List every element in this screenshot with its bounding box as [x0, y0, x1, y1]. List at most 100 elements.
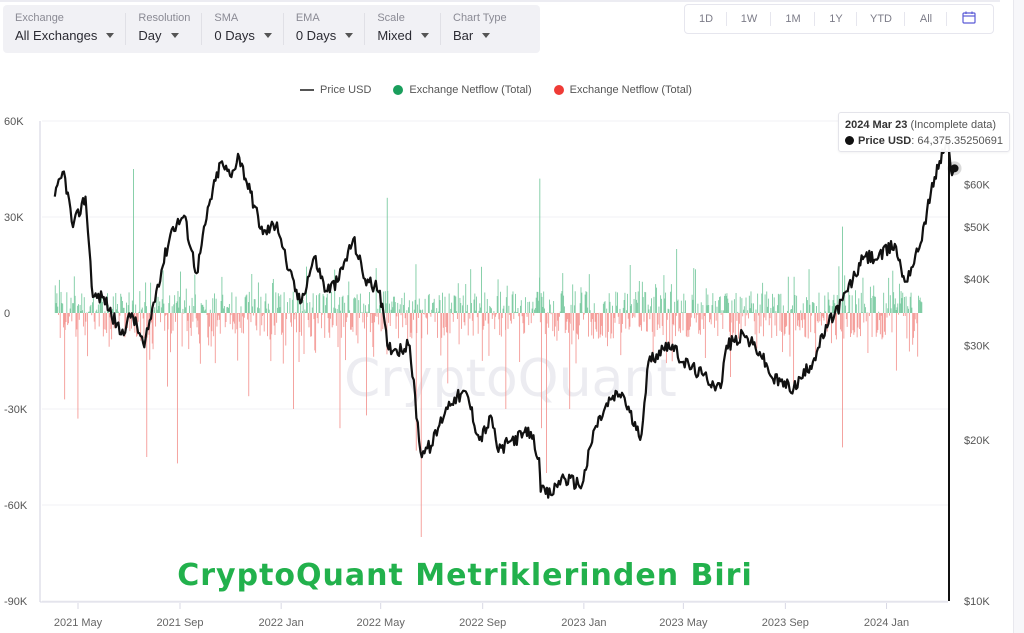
inflow-bar [893, 292, 895, 313]
outflow-bar [208, 313, 210, 346]
outflow-bar [388, 313, 390, 323]
outflow-bar [495, 313, 497, 317]
outflow-bar [65, 313, 67, 322]
inflow-bar [908, 308, 909, 313]
outflow-bar [590, 313, 592, 322]
inflow-bar [570, 304, 572, 313]
inflow-bar [813, 303, 815, 313]
inflow-bar [749, 308, 751, 313]
outflow-bar [232, 313, 234, 330]
outflow-bar [638, 313, 640, 327]
inflow-bar [437, 311, 439, 313]
inflow-bar [80, 311, 82, 313]
outflow-bar [594, 313, 596, 322]
inflow-bar [898, 283, 900, 313]
inflow-bar [724, 293, 726, 313]
inflow-bar [214, 293, 215, 313]
outflow-bar [765, 313, 767, 321]
inflow-bar [887, 308, 889, 313]
outflow-bar [912, 313, 914, 345]
inflow-bar [889, 295, 891, 313]
inflow-bar [827, 292, 829, 313]
inflow-bar [712, 293, 714, 313]
outflow-bar [370, 313, 372, 314]
outflow-bar [699, 313, 701, 331]
inflow-bar [412, 301, 414, 313]
inflow-bar [145, 282, 147, 313]
inflow-bar [139, 291, 141, 313]
outflow-bar [282, 313, 284, 364]
inflow-bar [674, 301, 676, 313]
inflow-bar [888, 277, 890, 313]
inflow-bar [168, 303, 170, 313]
inflow-bar [291, 299, 293, 313]
outflow-bar [343, 313, 345, 327]
inflow-bar [326, 293, 328, 313]
inflow-bar [433, 298, 435, 313]
outflow-bar [646, 313, 647, 332]
outflow-bar [610, 313, 612, 339]
inflow-bar [896, 307, 898, 313]
outflow-bar [898, 313, 900, 315]
inflow-bar [549, 299, 550, 313]
inflow-bar [520, 305, 521, 313]
inflow-bar [851, 295, 853, 313]
inflow-bar [812, 302, 814, 313]
inflow-bar [415, 264, 417, 313]
outflow-bar [657, 313, 659, 325]
inflow-bar [860, 292, 862, 313]
outflow-bar [783, 313, 785, 336]
inflow-bar [453, 295, 455, 313]
outflow-bar [464, 313, 466, 326]
outflow-bar [488, 313, 490, 356]
inflow-bar [178, 307, 180, 313]
outflow-bar [614, 313, 616, 323]
outflow-bar [84, 313, 86, 336]
outflow-bar [810, 313, 812, 333]
inflow-bar [358, 300, 360, 313]
inflow-bar [253, 299, 255, 313]
outflow-bar [568, 313, 569, 333]
inflow-bar [92, 296, 94, 313]
outflow-bar [908, 313, 910, 352]
outflow-bar [310, 313, 312, 337]
outflow-bar [781, 313, 783, 332]
outflow-bar [102, 313, 104, 337]
inflow-bar [78, 304, 79, 313]
outflow-bar [567, 313, 569, 320]
inflow-bar [156, 309, 158, 313]
outflow-bar [471, 313, 473, 321]
outflow-bar [59, 313, 61, 338]
outflow-bar [879, 313, 881, 335]
inflow-bar [153, 310, 155, 313]
inflow-bar [869, 286, 871, 313]
inflow-bar [579, 303, 581, 313]
outflow-bar [804, 313, 806, 337]
outflow-bar [817, 313, 819, 323]
inflow-bar [204, 309, 206, 313]
outflow-bar [229, 313, 231, 325]
inflow-bar [648, 309, 650, 313]
inflow-bar [529, 301, 531, 313]
inflow-bar [394, 302, 396, 313]
inflow-bar [413, 309, 415, 313]
outflow-bar [210, 313, 212, 347]
inflow-bar [102, 301, 103, 313]
inflow-bar [538, 300, 540, 313]
inflow-bar [283, 292, 285, 313]
outflow-bar [552, 313, 554, 332]
netflow-bars [54, 169, 923, 537]
inflow-bar [586, 292, 588, 313]
x-tick-label: 2023 May [659, 617, 708, 629]
outflow-bar [186, 313, 188, 332]
inflow-bar [278, 296, 280, 313]
outflow-bar [597, 313, 599, 315]
outflow-bar [176, 313, 178, 464]
outflow-bar [525, 313, 527, 314]
inflow-bar [573, 305, 575, 313]
outflow-bar [405, 313, 407, 326]
inflow-bar [277, 293, 279, 313]
chart-canvas[interactable]: 60K 30K 0 -30K -60K -90K $60K $50K $40K $30K $20K… [0, 0, 1024, 633]
inflow-bar [490, 307, 492, 313]
inflow-bar [393, 296, 395, 313]
